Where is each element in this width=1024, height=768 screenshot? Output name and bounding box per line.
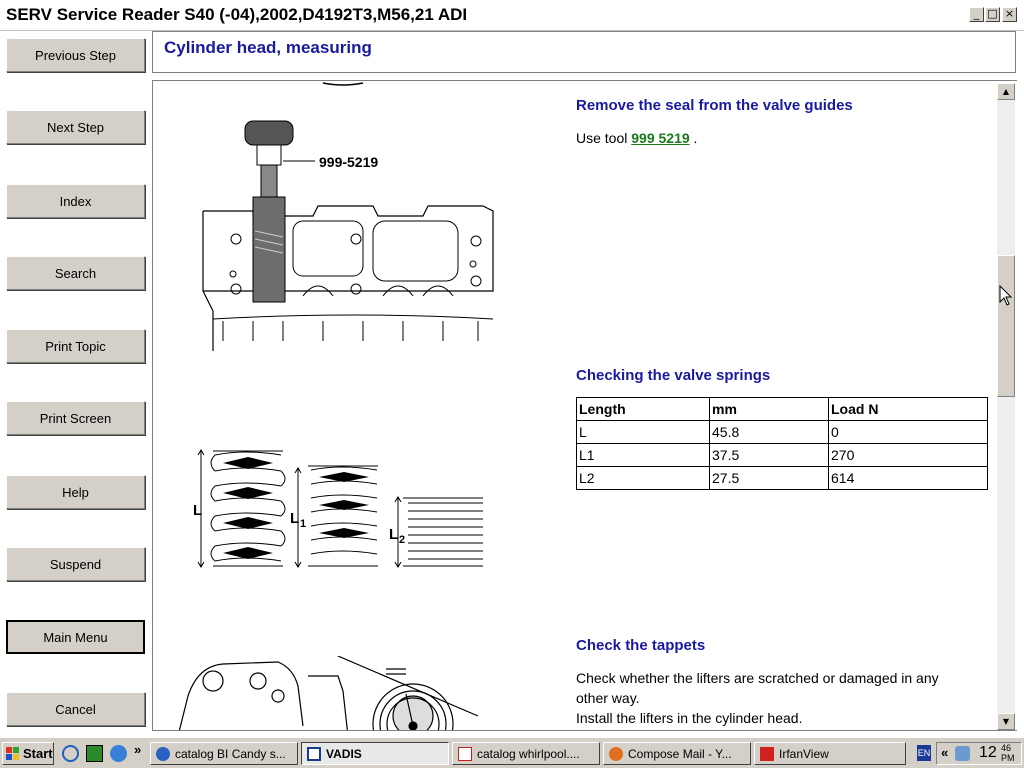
column-header: mm bbox=[709, 397, 829, 421]
clock-hour[interactable]: 12 bbox=[979, 744, 997, 762]
use-tool-prefix: Use tool bbox=[576, 130, 632, 146]
valve-seal-tool-figure: 999-5219 bbox=[202, 82, 494, 351]
task-vadis[interactable]: VADIS bbox=[301, 742, 449, 765]
main-menu-button[interactable]: Main Menu bbox=[6, 620, 145, 654]
table-cell: 27.5 bbox=[709, 466, 829, 490]
section-title-valve-springs: Checking the valve springs bbox=[576, 367, 771, 384]
table-cell: 0 bbox=[828, 420, 988, 444]
table-header-row: Length mm Load N bbox=[576, 397, 988, 421]
start-button[interactable]: Start bbox=[2, 742, 54, 765]
suspend-button[interactable]: Suspend bbox=[6, 547, 145, 581]
scroll-down-button[interactable]: ▼ bbox=[997, 713, 1015, 730]
vadis-icon bbox=[307, 746, 321, 761]
tappets-line-2: other way. bbox=[576, 690, 640, 706]
internet-explorer-icon[interactable] bbox=[110, 745, 127, 762]
cancel-button[interactable]: Cancel bbox=[6, 692, 145, 726]
task-compose-mail[interactable]: Compose Mail - Y... bbox=[603, 742, 751, 765]
table-row: L2 27.5 614 bbox=[576, 466, 988, 490]
tappet-gauge-figure bbox=[178, 656, 479, 730]
start-label: Start bbox=[23, 746, 53, 761]
section-title-remove-seal: Remove the seal from the valve guides bbox=[576, 97, 853, 114]
topic-header: Cylinder head, measuring bbox=[152, 31, 1016, 73]
maximize-button[interactable]: □ bbox=[985, 7, 1000, 22]
spring-label-l: L bbox=[193, 502, 202, 519]
use-tool-text: Use tool 999 5219 . bbox=[576, 128, 697, 148]
help-button[interactable]: Help bbox=[6, 475, 145, 509]
clock-minute[interactable]: 46 bbox=[1001, 743, 1011, 753]
column-header: Load N bbox=[828, 397, 988, 421]
table-cell: L1 bbox=[576, 443, 710, 467]
next-step-button[interactable]: Next Step bbox=[6, 110, 145, 144]
minimize-button[interactable]: _ bbox=[969, 7, 984, 22]
windows-logo-icon bbox=[6, 746, 19, 760]
task-label: catalog whirlpool.... bbox=[477, 746, 580, 761]
section-title-check-tappets: Check the tappets bbox=[576, 637, 706, 654]
tappets-line-1: Check whether the lifters are scratched … bbox=[576, 670, 939, 686]
spring-label-l1: L bbox=[290, 510, 299, 527]
previous-step-button[interactable]: Previous Step bbox=[6, 38, 145, 72]
task-label: Compose Mail - Y... bbox=[628, 746, 732, 761]
task-label: catalog BI Candy s... bbox=[175, 746, 286, 761]
close-button[interactable]: × bbox=[1002, 7, 1017, 22]
task-catalog-candy[interactable]: catalog BI Candy s... bbox=[150, 742, 298, 765]
spring-label-l1-sub: 1 bbox=[300, 518, 306, 530]
tool-999-5219-link[interactable]: 999 5219 bbox=[631, 130, 689, 146]
firefox-icon bbox=[609, 746, 623, 761]
browser-quicklaunch-icon[interactable] bbox=[62, 745, 79, 762]
table-row: L 45.8 0 bbox=[576, 420, 988, 444]
table-cell: 270 bbox=[828, 443, 988, 467]
table-row: L1 37.5 270 bbox=[576, 443, 988, 467]
page-title: Cylinder head, measuring bbox=[164, 38, 372, 57]
print-topic-button[interactable]: Print Topic bbox=[6, 329, 145, 363]
pdf-icon bbox=[458, 746, 472, 761]
task-label: IrfanView bbox=[779, 746, 829, 761]
scroll-thumb[interactable] bbox=[997, 255, 1015, 397]
valve-springs-figure: L L 1 L 2 bbox=[193, 449, 483, 568]
taskbar: Start » catalog BI Candy s... VADIS cata… bbox=[0, 737, 1024, 768]
window-title-bar[interactable]: SERV Service Reader S40 (-04),2002,D4192… bbox=[0, 0, 1024, 31]
browser-icon bbox=[156, 746, 170, 761]
system-tray: EN « 12 46 PM bbox=[917, 742, 1022, 765]
table-cell: L bbox=[576, 420, 710, 444]
task-irfanview[interactable]: IrfanView bbox=[754, 742, 906, 765]
table-cell: 45.8 bbox=[709, 420, 829, 444]
quicklaunch-chevron[interactable]: » bbox=[134, 742, 141, 757]
table-cell: L2 bbox=[576, 466, 710, 490]
mouse-cursor-icon bbox=[999, 285, 1013, 306]
task-catalog-whirlpool[interactable]: catalog whirlpool.... bbox=[452, 742, 600, 765]
spring-label-l2: L bbox=[389, 526, 398, 543]
tray-expand-chevron[interactable]: « bbox=[941, 745, 948, 760]
valve-spring-table: Length mm Load N L 45.8 0 L1 37.5 270 L2… bbox=[576, 397, 988, 490]
table-cell: 37.5 bbox=[709, 443, 829, 467]
nav-panel: Previous Step Next Step Index Search Pri… bbox=[0, 31, 152, 737]
tool-callout-label: 999-5219 bbox=[319, 154, 378, 170]
irfanview-icon bbox=[760, 746, 774, 761]
language-indicator[interactable]: EN bbox=[917, 745, 931, 761]
print-screen-button[interactable]: Print Screen bbox=[6, 401, 145, 435]
content-pane: 999-5219 Remove the seal from the valve … bbox=[152, 80, 1017, 731]
task-label: VADIS bbox=[326, 746, 362, 761]
scroll-up-button[interactable]: ▲ bbox=[997, 83, 1015, 100]
spring-label-l2-sub: 2 bbox=[399, 534, 405, 546]
table-cell: 614 bbox=[828, 466, 988, 490]
window-title: SERV Service Reader S40 (-04),2002,D4192… bbox=[6, 5, 468, 24]
app-quicklaunch-icon[interactable] bbox=[86, 745, 103, 762]
clock-ampm[interactable]: PM bbox=[1001, 753, 1015, 763]
search-button[interactable]: Search bbox=[6, 256, 145, 290]
column-header: Length bbox=[576, 397, 710, 421]
network-icon[interactable] bbox=[955, 746, 970, 761]
use-tool-suffix: . bbox=[689, 130, 698, 146]
index-button[interactable]: Index bbox=[6, 184, 145, 218]
content-scrollbar[interactable]: ▲ ▼ bbox=[997, 83, 1015, 730]
tappets-line-3: Install the lifters in the cylinder head… bbox=[576, 710, 803, 726]
